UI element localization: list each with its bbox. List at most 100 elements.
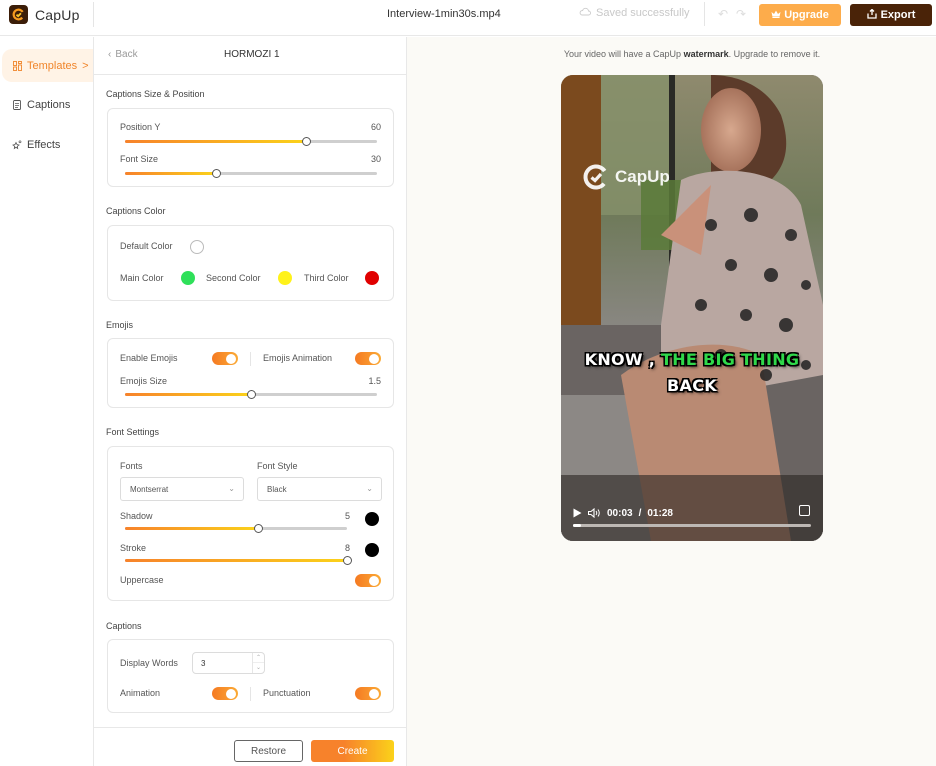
font-size-slider[interactable] — [125, 169, 377, 178]
shadow-color-swatch[interactable] — [365, 512, 379, 526]
second-color-swatch[interactable] — [278, 271, 292, 285]
chevron-right-icon: > — [82, 59, 89, 72]
font-style-value: Black — [267, 484, 287, 494]
main-color-swatch[interactable] — [181, 271, 195, 285]
sidebar-item-templates[interactable]: Templates > — [2, 49, 93, 82]
export-button[interactable]: Export — [850, 4, 932, 26]
slider-fill — [125, 559, 347, 562]
file-name: Interview-1min30s.mp4 — [387, 8, 501, 20]
restore-button[interactable]: Restore — [234, 740, 303, 762]
back-button[interactable]: ‹ Back — [108, 49, 138, 60]
uppercase-toggle[interactable] — [355, 574, 381, 587]
video-frame — [561, 75, 823, 541]
slider-handle[interactable] — [254, 524, 264, 533]
capup-editor: CapUp Interview-1min30s.mp4 Saved succes… — [0, 0, 936, 766]
captions-icon — [12, 99, 22, 110]
third-color-label: Third Color — [304, 273, 349, 283]
slider-fill — [125, 527, 259, 530]
shadow-slider[interactable] — [125, 524, 347, 533]
emojis-animation-toggle[interactable] — [355, 352, 381, 365]
caption-line-2: BACK — [667, 376, 717, 395]
toggle-knob — [369, 353, 379, 364]
notice-bold: watermark — [683, 49, 729, 59]
create-button[interactable]: Create — [311, 740, 394, 762]
captions-card: Display Words 3 ⌃ ⌄ Animation Punctuatio… — [107, 639, 394, 713]
position-y-slider[interactable] — [125, 137, 377, 146]
top-bar: CapUp Interview-1min30s.mp4 Saved succes… — [0, 0, 936, 36]
font-style-select[interactable]: Black ⌄ — [257, 477, 382, 501]
caption-word-highlight: THE BIG THING — [661, 350, 800, 369]
emojis-animation-label: Emojis Animation — [263, 353, 333, 363]
volume-icon[interactable] — [588, 508, 601, 518]
fonts-label: Fonts — [120, 461, 143, 471]
display-words-label: Display Words — [120, 658, 178, 668]
save-status: Saved successfully — [579, 7, 690, 19]
position-y-label: Position Y — [120, 122, 161, 132]
stroke-slider[interactable] — [125, 556, 352, 565]
emojis-card: Enable Emojis Emojis Animation Emojis Si… — [107, 338, 394, 408]
undo-icon[interactable]: ↶ — [716, 7, 730, 21]
emojis-size-value: 1.5 — [368, 376, 381, 386]
toggle-knob — [226, 353, 236, 364]
emojis-size-slider[interactable] — [125, 390, 377, 399]
default-color-label: Default Color — [120, 241, 173, 251]
slider-handle[interactable] — [343, 556, 352, 565]
position-y-value: 60 — [370, 122, 381, 132]
slider-handle[interactable] — [211, 169, 221, 178]
sidebar-nav: Templates > Captions Effects — [0, 37, 94, 766]
app-logo[interactable]: CapUp — [9, 5, 80, 24]
notice-prefix: Your video will have a CapUp — [563, 49, 684, 59]
animation-toggle[interactable] — [212, 687, 238, 700]
duration: 01:28 — [647, 507, 673, 519]
redo-icon[interactable]: ↷ — [734, 7, 748, 21]
play-icon[interactable] — [573, 508, 582, 518]
shadow-label: Shadow — [120, 511, 153, 521]
video-preview-area: Your video will have a CapUp watermark. … — [407, 37, 936, 766]
slider-fill — [125, 140, 307, 143]
divider — [250, 687, 251, 701]
header-divider — [93, 2, 94, 27]
chevron-down-icon: ⌄ — [228, 484, 235, 493]
enable-emojis-label: Enable Emojis — [120, 353, 178, 363]
enable-emojis-toggle[interactable] — [212, 352, 238, 365]
player-controls: 00:03 / 01:28 — [573, 503, 813, 523]
main-color-label: Main Color — [120, 273, 164, 283]
punctuation-toggle[interactable] — [355, 687, 381, 700]
stroke-color-swatch[interactable] — [365, 543, 379, 557]
font-settings-card: Fonts Font Style Montserrat ⌄ Black ⌄ Sh… — [107, 446, 394, 601]
progress-fill — [573, 524, 582, 527]
sidebar-item-label: Templates — [27, 59, 78, 72]
templates-icon — [12, 60, 22, 71]
watermark-text: CapUp — [615, 167, 670, 186]
template-title: HORMOZI 1 — [224, 49, 280, 60]
default-color-swatch[interactable] — [190, 240, 204, 254]
font-size-label: Font Size — [120, 154, 159, 164]
font-family-select[interactable]: Montserrat ⌄ — [120, 477, 244, 501]
sidebar-item-label: Effects — [27, 138, 61, 151]
time-separator: / — [638, 507, 642, 519]
cloud-icon — [579, 7, 591, 19]
sidebar-item-captions[interactable]: Captions — [0, 88, 93, 121]
divider — [250, 352, 251, 366]
video-player[interactable]: CapUp KNOW , THE BIG THING BACK 00:03 / … — [561, 75, 823, 541]
footer-divider — [94, 727, 406, 728]
video-progress-bar[interactable] — [573, 524, 811, 527]
header-divider — [704, 2, 705, 26]
display-words-input[interactable]: 3 ⌃ ⌄ — [192, 652, 265, 674]
sidebar-item-effects[interactable]: Effects — [0, 128, 93, 161]
fullscreen-icon[interactable] — [799, 505, 810, 516]
font-style-label: Font Style — [257, 461, 298, 471]
caption-line-1: KNOW , THE BIG THING — [561, 350, 823, 369]
increment-icon[interactable]: ⌃ — [253, 653, 264, 663]
decrement-icon[interactable]: ⌄ — [253, 663, 264, 673]
caption-word-white: KNOW , — [584, 350, 656, 369]
display-words-value: 3 — [201, 658, 206, 668]
number-spinner: ⌃ ⌄ — [252, 653, 264, 673]
slider-handle[interactable] — [302, 137, 312, 146]
slider-handle[interactable] — [247, 390, 256, 399]
upgrade-button[interactable]: Upgrade — [759, 4, 841, 26]
third-color-swatch[interactable] — [365, 271, 379, 285]
capup-watermark: CapUp — [582, 163, 670, 191]
section-label-font-settings: Font Settings — [106, 427, 160, 437]
chevron-down-icon: ⌄ — [366, 484, 373, 493]
